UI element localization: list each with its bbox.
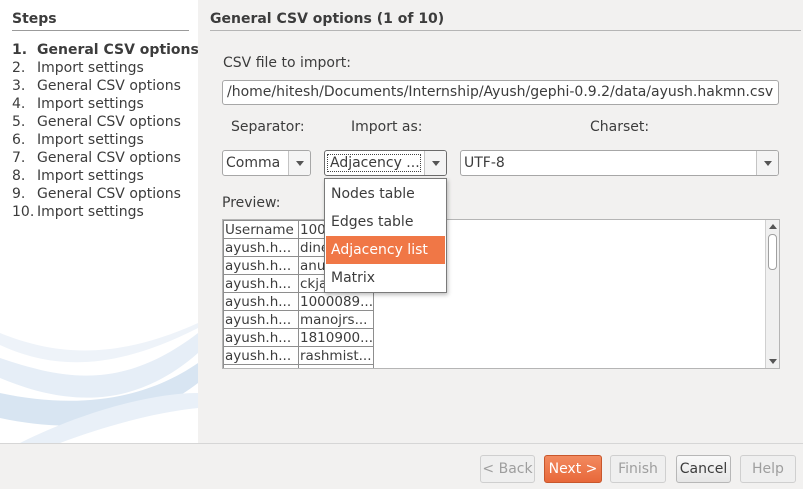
step-number: 9.	[12, 186, 26, 202]
import-as-dropdown-list: Nodes table Edges table Adjacency list Matr…	[324, 178, 447, 293]
step-label: Import settings	[37, 168, 144, 184]
step-label: General CSV options	[37, 78, 181, 94]
help-button[interactable]: Help	[740, 455, 796, 483]
step-number: 1.	[12, 42, 28, 58]
step-item: 10. Import settings	[12, 203, 197, 221]
step-number: 6.	[12, 132, 26, 148]
steps-divider	[12, 30, 189, 31]
table-cell: rashmist...	[298, 346, 374, 365]
step-label: Import settings	[37, 60, 144, 76]
import-as-label: Import as:	[351, 119, 423, 135]
step-item: 1. General CSV options	[12, 41, 198, 59]
import-as-value: Adjacency ...	[327, 154, 421, 172]
steps-panel: Steps 1. General CSV options 2. Import sett…	[0, 0, 198, 443]
scrollbar-thumb[interactable]	[768, 234, 777, 270]
table-cell: Username	[223, 220, 299, 239]
table-row	[223, 364, 374, 368]
table-cell: 1810900...	[298, 328, 374, 347]
finish-button-label: Finish	[618, 461, 658, 477]
step-label: Import settings	[37, 132, 144, 148]
step-number: 5.	[12, 114, 26, 130]
csv-file-label: CSV file to import:	[223, 55, 351, 71]
button-bar-divider	[0, 443, 803, 444]
dropdown-option[interactable]: Adjacency list	[326, 236, 445, 264]
preview-scrollbar[interactable]	[765, 220, 779, 368]
chevron-down-icon[interactable]	[756, 151, 778, 175]
help-button-label: Help	[752, 461, 784, 477]
next-button[interactable]: Next >	[544, 455, 602, 483]
step-number: 7.	[12, 150, 26, 166]
step-item: 7. General CSV options	[12, 149, 197, 167]
steps-title: Steps	[12, 11, 57, 27]
step-label: General CSV options	[37, 186, 181, 202]
table-cell: ayush.h...	[223, 292, 299, 311]
dropdown-option[interactable]: Nodes table	[326, 180, 445, 208]
scroll-up-icon[interactable]	[769, 224, 777, 229]
table-cell: ayush.h...	[223, 328, 299, 347]
step-number: 2.	[12, 60, 26, 76]
table-cell: ayush.h...	[223, 238, 299, 257]
step-number: 8.	[12, 168, 26, 184]
table-cell: ayush.h...	[223, 274, 299, 293]
table-cell: ayush.h...	[223, 346, 299, 365]
step-label: Import settings	[37, 96, 144, 112]
dropdown-option[interactable]: Edges table	[326, 208, 445, 236]
dropdown-option[interactable]: Matrix	[326, 264, 445, 292]
step-item: 4. Import settings	[12, 95, 197, 113]
decorative-swoosh-graphic	[0, 323, 198, 443]
import-as-combo[interactable]: Adjacency ...	[324, 150, 447, 176]
step-item: 8. Import settings	[12, 167, 197, 185]
step-item: 3. General CSV options	[12, 77, 197, 95]
table-row: ayush.h... rashmist...	[223, 346, 374, 365]
charset-label: Charset:	[590, 119, 650, 135]
table-cell: 1000089...	[298, 292, 374, 311]
table-cell	[298, 364, 374, 368]
step-item: 5. General CSV options	[12, 113, 197, 131]
step-number: 4.	[12, 96, 26, 112]
table-cell: ayush.h...	[223, 310, 299, 329]
separator-value: Comma	[226, 155, 281, 171]
steps-list: 1. General CSV options 2. Import settings 3.…	[12, 41, 198, 221]
separator-combo[interactable]: Comma	[222, 150, 311, 176]
step-number: 10.	[12, 204, 35, 220]
separator-label: Separator:	[231, 119, 305, 135]
step-label: Import settings	[37, 204, 144, 220]
back-button[interactable]: < Back	[480, 455, 535, 483]
next-button-label: Next >	[548, 461, 598, 477]
step-item: 6. Import settings	[12, 131, 197, 149]
charset-combo[interactable]: UTF-8	[460, 150, 779, 176]
cancel-button[interactable]: Cancel	[676, 455, 731, 483]
preview-label: Preview:	[222, 195, 281, 211]
back-button-label: < Back	[482, 461, 533, 477]
cancel-button-label: Cancel	[679, 461, 728, 477]
table-cell: manojrs...	[298, 310, 374, 329]
page-title: General CSV options (1 of 10)	[210, 11, 445, 27]
finish-button[interactable]: Finish	[610, 455, 666, 483]
step-label: General CSV options	[37, 42, 198, 58]
preview-table-container[interactable]: Username 100 ayush.h... dine ayush.h... anu ay…	[222, 219, 780, 369]
step-item: 9. General CSV options	[12, 185, 197, 203]
step-item: 2. Import settings	[12, 59, 197, 77]
charset-value: UTF-8	[464, 155, 505, 171]
scroll-down-icon[interactable]	[769, 359, 777, 364]
step-label: General CSV options	[37, 150, 181, 166]
table-cell	[223, 364, 299, 368]
table-row: ayush.h... 1000089...	[223, 292, 374, 311]
table-row: ayush.h... 1810900...	[223, 328, 374, 347]
chevron-down-icon[interactable]	[424, 151, 446, 175]
step-number: 3.	[12, 78, 26, 94]
csv-file-path-field[interactable]: /home/hitesh/Documents/Internship/Ayush/…	[222, 80, 779, 105]
table-cell: ayush.h...	[223, 256, 299, 275]
title-divider	[210, 30, 801, 31]
chevron-down-icon[interactable]	[288, 151, 310, 175]
step-label: General CSV options	[37, 114, 181, 130]
table-row: ayush.h... manojrs...	[223, 310, 374, 329]
